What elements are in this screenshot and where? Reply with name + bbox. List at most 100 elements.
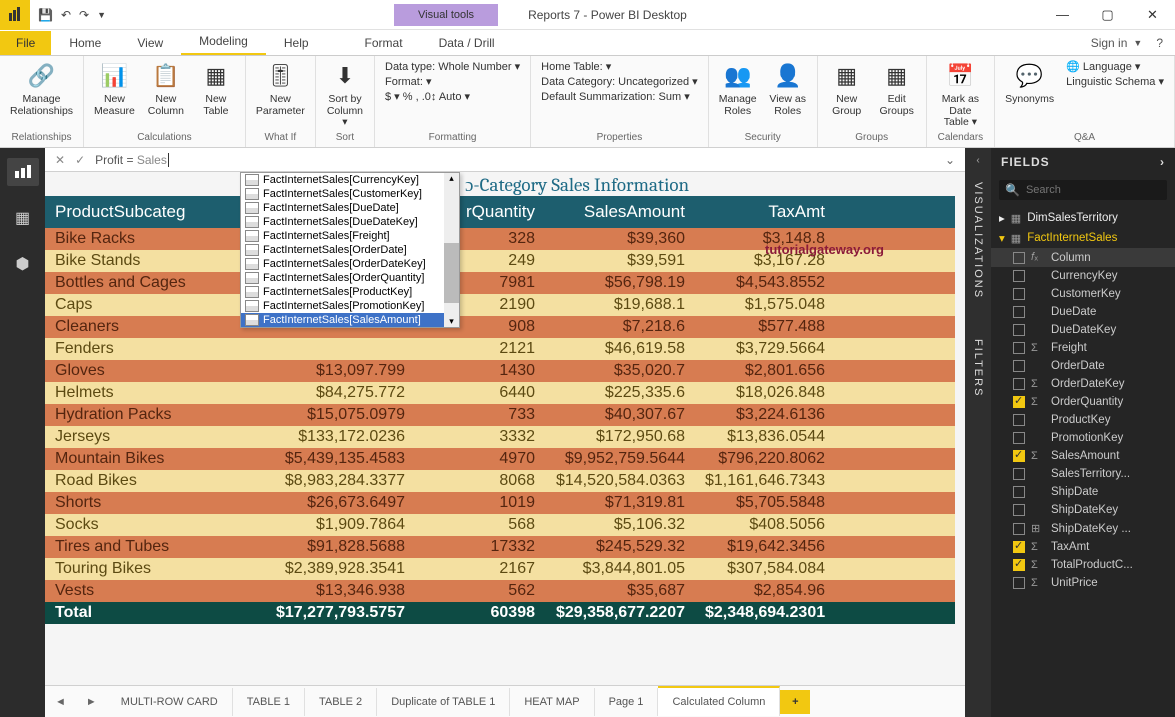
field-checkbox[interactable] [1013,559,1025,571]
signin-area[interactable]: Sign in ▼ ? [1079,31,1175,55]
fields-search[interactable]: 🔍 [999,180,1167,200]
page-tab[interactable]: TABLE 1 [233,688,305,716]
field-checkbox[interactable] [1013,378,1025,390]
maximize-button[interactable]: ▢ [1085,0,1130,30]
page-tab[interactable]: TABLE 2 [305,688,377,716]
fields-column-node[interactable]: ΣTotalProductC... [991,556,1175,574]
fields-column-node[interactable]: OrderDate [991,357,1175,375]
formula-input[interactable]: Profit = Sales [95,153,169,167]
tabs-next-icon[interactable]: ► [76,696,107,708]
fields-column-node[interactable]: ΣSalesAmount [991,447,1175,465]
new-column-button[interactable]: 📋New Column [143,58,189,119]
page-tab[interactable]: Page 1 [595,688,659,716]
fields-column-node[interactable]: PromotionKey [991,429,1175,447]
fields-column-node[interactable]: ShipDate [991,483,1175,501]
fields-column-node[interactable]: CurrencyKey [991,267,1175,285]
table-visual[interactable]: ProductSubcategrQuantitySalesAmountTaxAm… [45,196,955,624]
intellisense-item[interactable]: FactInternetSales[CustomerKey] [241,187,459,201]
table-row[interactable]: Bottles and Cages7981$56,798.19$4,543.85… [45,272,955,294]
intellisense-item[interactable]: FactInternetSales[ProductKey] [241,285,459,299]
tab-modeling[interactable]: Modeling [181,29,266,55]
table-row[interactable]: Touring Bikes$2,389,928.35412167$3,844,8… [45,558,955,580]
new-parameter-button[interactable]: 🎚New Parameter [252,58,309,119]
report-view-icon[interactable] [7,158,39,186]
collapse-viz-icon[interactable]: ‹ [965,148,991,172]
table-row[interactable]: Helmets$84,275.7726440$225,335.6$18,026.… [45,382,955,404]
fields-column-node[interactable]: ΣOrderDateKey [991,375,1175,393]
fields-column-node[interactable]: ProductKey [991,411,1175,429]
tab-data-drill[interactable]: Data / Drill [421,31,513,55]
field-checkbox[interactable] [1013,342,1025,354]
view-as-roles-button[interactable]: 👤View as Roles [765,58,811,119]
field-checkbox[interactable] [1013,270,1025,282]
page-tab[interactable]: Calculated Column [658,686,780,716]
intellisense-item[interactable]: FactInternetSales[OrderDate] [241,243,459,257]
manage-relationships-button[interactable]: 🔗Manage Relationships [6,58,77,119]
field-checkbox[interactable] [1013,468,1025,480]
table-row[interactable]: Mountain Bikes$5,439,135.45834970$9,952,… [45,448,955,470]
minimize-button[interactable]: — [1040,0,1085,30]
intellisense-item[interactable]: FactInternetSales[DueDate] [241,201,459,215]
tab-home[interactable]: Home [51,31,119,55]
fields-column-node[interactable]: ΣOrderQuantity [991,393,1175,411]
fields-column-node[interactable]: ΣTaxAmt [991,538,1175,556]
table-row[interactable]: Caps2190$19,688.1$1,575.048 [45,294,955,316]
page-tab[interactable]: Duplicate of TABLE 1 [377,688,510,716]
fields-column-node[interactable]: DueDate [991,303,1175,321]
intellisense-item[interactable]: FactInternetSales[Freight] [241,229,459,243]
fields-table-node[interactable]: ▾▦FactInternetSales [991,228,1175,248]
table-row[interactable]: Hydration Packs$15,075.0979733$40,307.67… [45,404,955,426]
intellisense-item[interactable]: FactInternetSales[PromotionKey] [241,299,459,313]
mark-date-table-button[interactable]: 📅Mark as Date Table ▾ [933,58,988,131]
field-checkbox[interactable] [1013,396,1025,408]
tab-view[interactable]: View [119,31,181,55]
data-view-icon[interactable]: ▦ [7,204,39,232]
field-checkbox[interactable] [1013,360,1025,372]
new-group-button[interactable]: ▦New Group [824,58,870,119]
save-icon[interactable]: 💾 [38,8,53,22]
data-type-dropdown[interactable]: Data type: Whole Number ▾ [385,60,520,73]
model-view-icon[interactable]: ⬢ [7,250,39,278]
fields-table-node[interactable]: ▸▦DimSalesTerritory [991,208,1175,228]
fields-column-node[interactable]: CustomerKey [991,285,1175,303]
intellisense-item[interactable]: FactInternetSales[SalesAmount] [241,313,459,327]
field-checkbox[interactable] [1013,288,1025,300]
intellisense-scrollbar[interactable]: ▴▾ [444,173,459,327]
table-header[interactable]: TaxAmt [695,196,835,228]
field-checkbox[interactable] [1013,486,1025,498]
close-button[interactable]: ✕ [1130,0,1175,30]
fields-column-node[interactable]: SalesTerritory... [991,465,1175,483]
edit-groups-button[interactable]: ▦Edit Groups [874,58,920,119]
table-row[interactable]: Fenders2121$46,619.58$3,729.5664 [45,338,955,360]
visualizations-label[interactable]: VISUALIZATIONS [972,172,984,309]
fields-column-node[interactable]: ShipDateKey [991,501,1175,519]
filters-label[interactable]: FILTERS [972,329,984,407]
table-row[interactable]: Gloves$13,097.7991430$35,020.7$2,801.656 [45,360,955,382]
field-checkbox[interactable] [1013,432,1025,444]
intellisense-item[interactable]: FactInternetSales[DueDateKey] [241,215,459,229]
tabs-prev-icon[interactable]: ◄ [45,696,76,708]
table-row[interactable]: Shorts$26,673.64971019$71,319.81$5,705.5… [45,492,955,514]
field-checkbox[interactable] [1013,252,1025,264]
field-checkbox[interactable] [1013,577,1025,589]
tab-help[interactable]: Help [266,31,327,55]
table-row[interactable]: Cleaners908$7,218.6$577.488 [45,316,955,338]
table-row[interactable]: Vests$13,346.938562$35,687$2,854.96 [45,580,955,602]
table-row[interactable]: Jerseys$133,172.02363332$172,950.68$13,8… [45,426,955,448]
page-tab[interactable]: MULTI-ROW CARD [107,688,233,716]
expand-formula-icon[interactable]: ⌄ [945,153,955,167]
field-checkbox[interactable] [1013,324,1025,336]
commit-formula-icon[interactable]: ✓ [75,153,85,167]
manage-roles-button[interactable]: 👥Manage Roles [715,58,761,119]
add-page-button[interactable]: + [780,690,810,714]
fields-column-node[interactable]: 𝑓ₓColumn [991,248,1175,267]
default-summarization-dropdown[interactable]: Default Summarization: Sum ▾ [541,90,698,103]
field-checkbox[interactable] [1013,414,1025,426]
table-row[interactable]: Road Bikes$8,983,284.33778068$14,520,584… [45,470,955,492]
report-surface[interactable]: ɔ-Category Sales Information tutorialgat… [45,172,965,685]
intellisense-dropdown[interactable]: FactInternetSales[CurrencyKey]FactIntern… [240,172,460,328]
home-table-dropdown[interactable]: Home Table: ▾ [541,60,698,73]
new-table-button[interactable]: ▦New Table [193,58,239,119]
undo-icon[interactable]: ↶ [61,8,71,22]
page-tab[interactable]: HEAT MAP [510,688,594,716]
